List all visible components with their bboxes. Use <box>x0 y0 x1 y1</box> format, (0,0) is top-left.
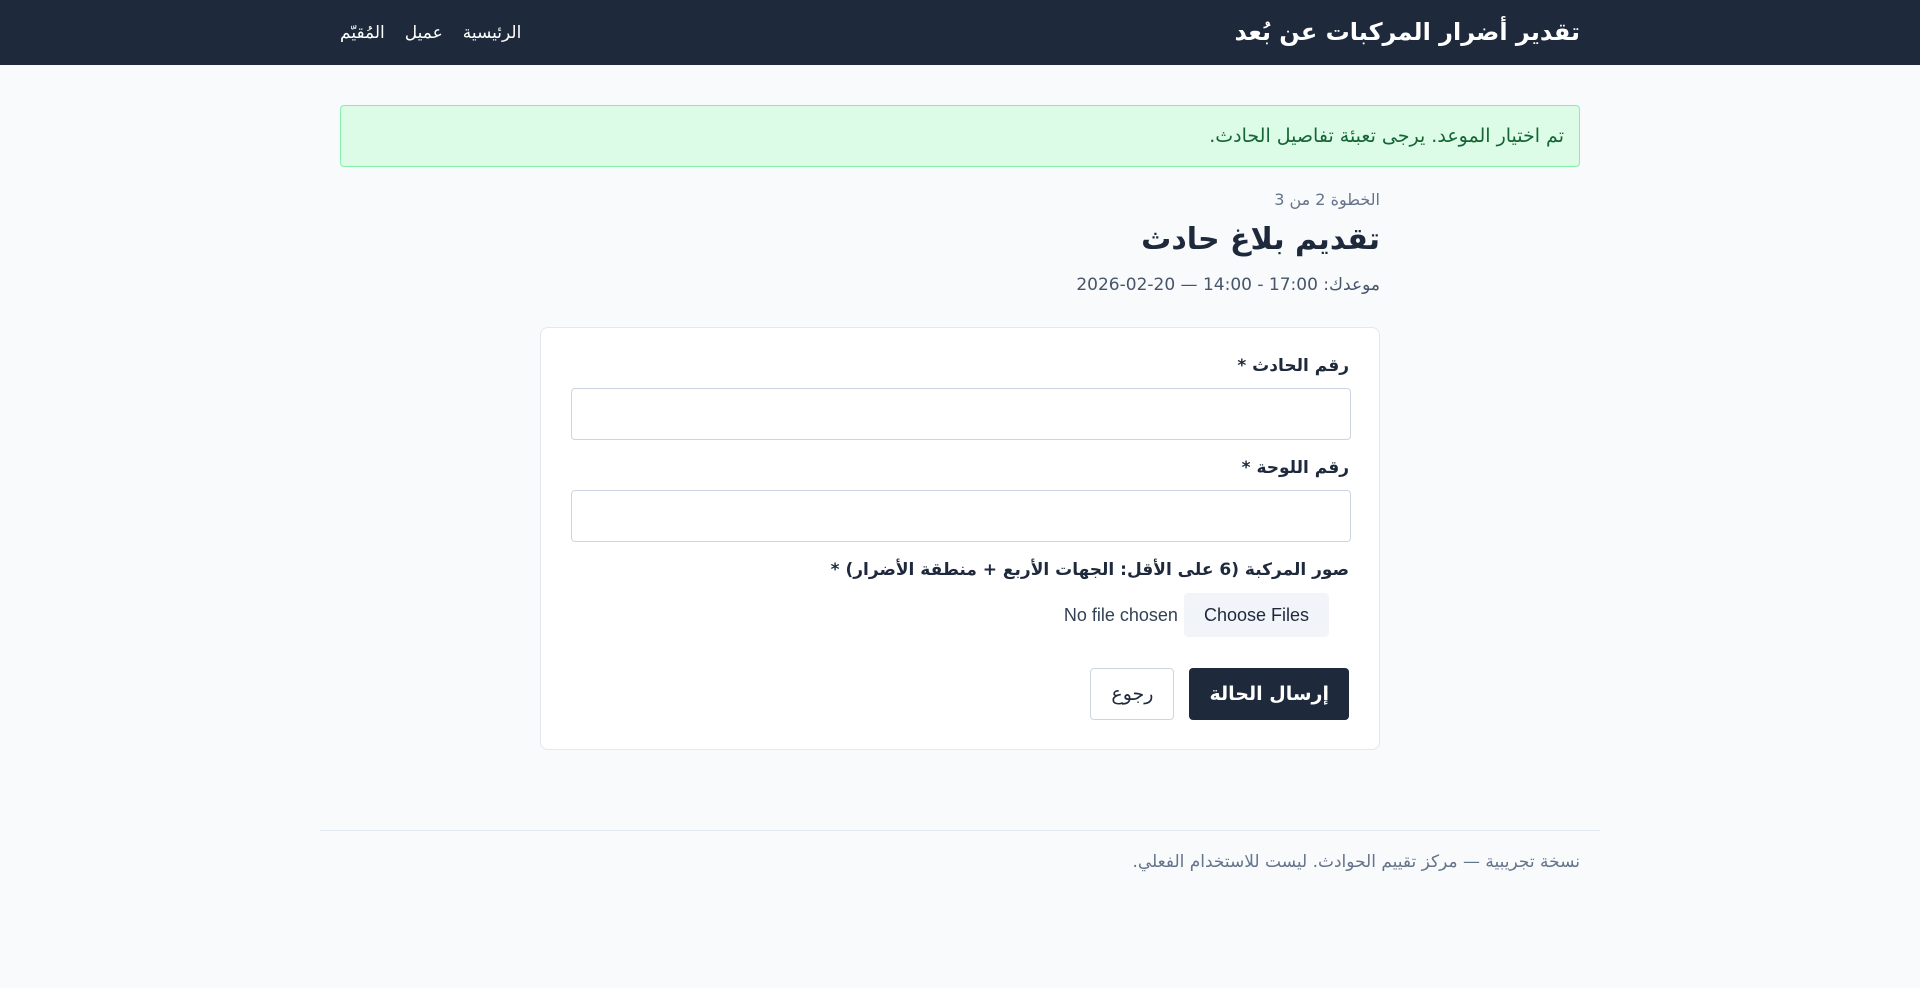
plate-number-input[interactable] <box>571 490 1351 542</box>
appointment-info: موعدك: 2026-02-20 — 14:00 - 17:00 <box>1076 275 1380 295</box>
plate-number-label: رقم اللوحة * <box>1241 458 1349 478</box>
nav-link-home[interactable]: الرئيسية <box>463 23 522 43</box>
success-alert: تم اختيار الموعد. يرجى تعبئة تفاصيل الحا… <box>340 105 1580 167</box>
accident-report-form: رقم الحادث * رقم اللوحة * صور المركبة (6… <box>540 327 1380 750</box>
vehicle-photos-file-input: Choose Files No file chosen <box>1064 593 1329 637</box>
accident-number-input[interactable] <box>571 388 1351 440</box>
footer-text: نسخة تجريبية — مركز تقييم الحوادث. ليست … <box>1132 852 1580 872</box>
appointment-value: 2026-02-20 — 14:00 - 17:00 <box>1076 275 1318 295</box>
choose-files-button[interactable]: Choose Files <box>1183 593 1329 637</box>
page-title: تقديم بلاغ حادث <box>1141 222 1380 257</box>
form-actions: إرسال الحالة رجوع <box>1090 668 1349 720</box>
success-alert-message: تم اختيار الموعد. يرجى تعبئة تفاصيل الحا… <box>1209 125 1564 147</box>
accident-number-label: رقم الحادث * <box>1237 356 1349 376</box>
step-indicator: الخطوة 2 من 3 <box>1274 190 1380 209</box>
main-nav: الرئيسية عميل المُقيّم <box>340 0 521 65</box>
nav-link-assessor[interactable]: المُقيّم <box>340 23 385 43</box>
back-button[interactable]: رجوع <box>1090 668 1175 720</box>
top-navbar: تقدير أضرار المركبات عن بُعد الرئيسية عم… <box>0 0 1920 65</box>
vehicle-photos-label: صور المركبة (6 على الأقل: الجهات الأربع … <box>830 560 1349 580</box>
appointment-label: موعدك: <box>1323 275 1380 295</box>
file-status-text: No file chosen <box>1063 604 1178 625</box>
submit-case-button[interactable]: إرسال الحالة <box>1189 668 1349 720</box>
brand-title[interactable]: تقدير أضرار المركبات عن بُعد <box>1235 0 1580 65</box>
nav-link-client[interactable]: عميل <box>405 23 443 43</box>
footer-divider <box>320 830 1600 831</box>
